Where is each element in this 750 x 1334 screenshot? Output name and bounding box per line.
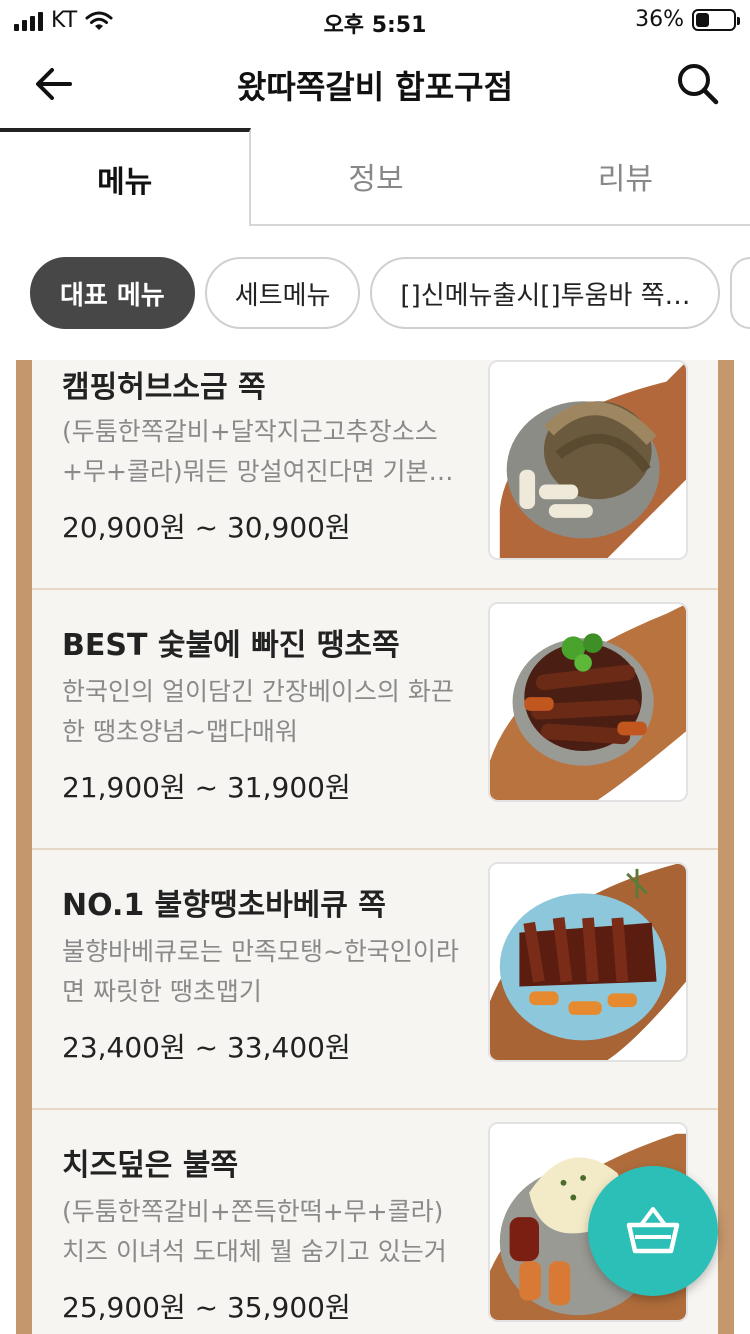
item-price: 23,400원 ~ 33,400원	[62, 1031, 351, 1064]
item-description: (두툼한쪽갈비+달작지근고추장소스+무+콜라)뭐든 망설여진다면 기본…	[62, 417, 454, 486]
item-name: 캠핑허브소금 쪽	[62, 370, 266, 405]
tab-menu[interactable]: 메뉴	[0, 128, 252, 226]
food-photo	[488, 360, 688, 560]
item-description: (두툼한쪽갈비+쫀득한떡+무+콜라)치즈 이녀석 도대체 뭘 숨기고 있는거야~	[62, 1197, 447, 1266]
item-price: 20,900원 ~ 30,900원	[62, 511, 351, 544]
item-description: 불향바베큐로는 만족모탱~한국인이라면 짜릿한 땡초맵기	[62, 937, 459, 1006]
chip-set-menu[interactable]: 세트메뉴	[204, 257, 361, 329]
battery-fill	[696, 12, 709, 27]
status-right: 36%	[635, 7, 740, 32]
chip-more[interactable]	[730, 257, 750, 329]
item-name: 치즈덮은 불쪽	[62, 1148, 239, 1183]
app-header: 왔따쪽갈비 합포구점	[0, 40, 750, 128]
status-bar: KT 오후 5:51 36%	[0, 0, 750, 40]
food-photo	[488, 862, 688, 1062]
tab-reviews[interactable]: 리뷰	[500, 128, 750, 226]
chip-new-menu[interactable]: []신메뉴출시[]투움바 쪽…	[370, 257, 721, 329]
battery-icon	[692, 8, 740, 31]
menu-item[interactable]: NO.1 불향땡초바베큐 쪽 불향바베큐로는 만족모탱~한국인이라면 짜릿한 땡…	[32, 850, 718, 1110]
search-icon	[678, 64, 719, 105]
page-title: 왔따쪽갈비 합포구점	[236, 68, 514, 106]
category-chips: 대표 메뉴 세트메뉴 []신메뉴출시[]투움바 쪽…	[30, 257, 750, 329]
item-description: 한국인의 얼이담긴 간장베이스의 화끈한 땡초양념~맵다매워	[62, 677, 454, 746]
chip-signature-menu[interactable]: 대표 메뉴	[30, 257, 195, 329]
menu-item[interactable]: BEST 숯불에 빠진 땡초쪽 한국인의 얼이담긴 간장베이스의 화끈한 땡초양…	[32, 590, 718, 850]
cart-button[interactable]	[588, 1166, 718, 1296]
tab-bar: 메뉴 정보 리뷰	[0, 128, 750, 226]
search-button[interactable]	[674, 60, 722, 108]
item-price: 21,900원 ~ 31,900원	[62, 771, 351, 804]
basket-icon	[626, 1207, 680, 1254]
item-name: NO.1 불향땡초바베큐 쪽	[62, 888, 386, 923]
battery-percent: 36%	[635, 7, 684, 32]
item-price: 25,900원 ~ 35,900원	[62, 1291, 351, 1324]
menu-item[interactable]: 캠핑허브소금 쪽 (두툼한쪽갈비+달작지근고추장소스+무+콜라)뭐든 망설여진다…	[32, 360, 718, 590]
food-photo	[488, 602, 688, 802]
tab-info[interactable]: 정보	[251, 128, 501, 226]
item-name: BEST 숯불에 빠진 땡초쪽	[62, 628, 400, 663]
